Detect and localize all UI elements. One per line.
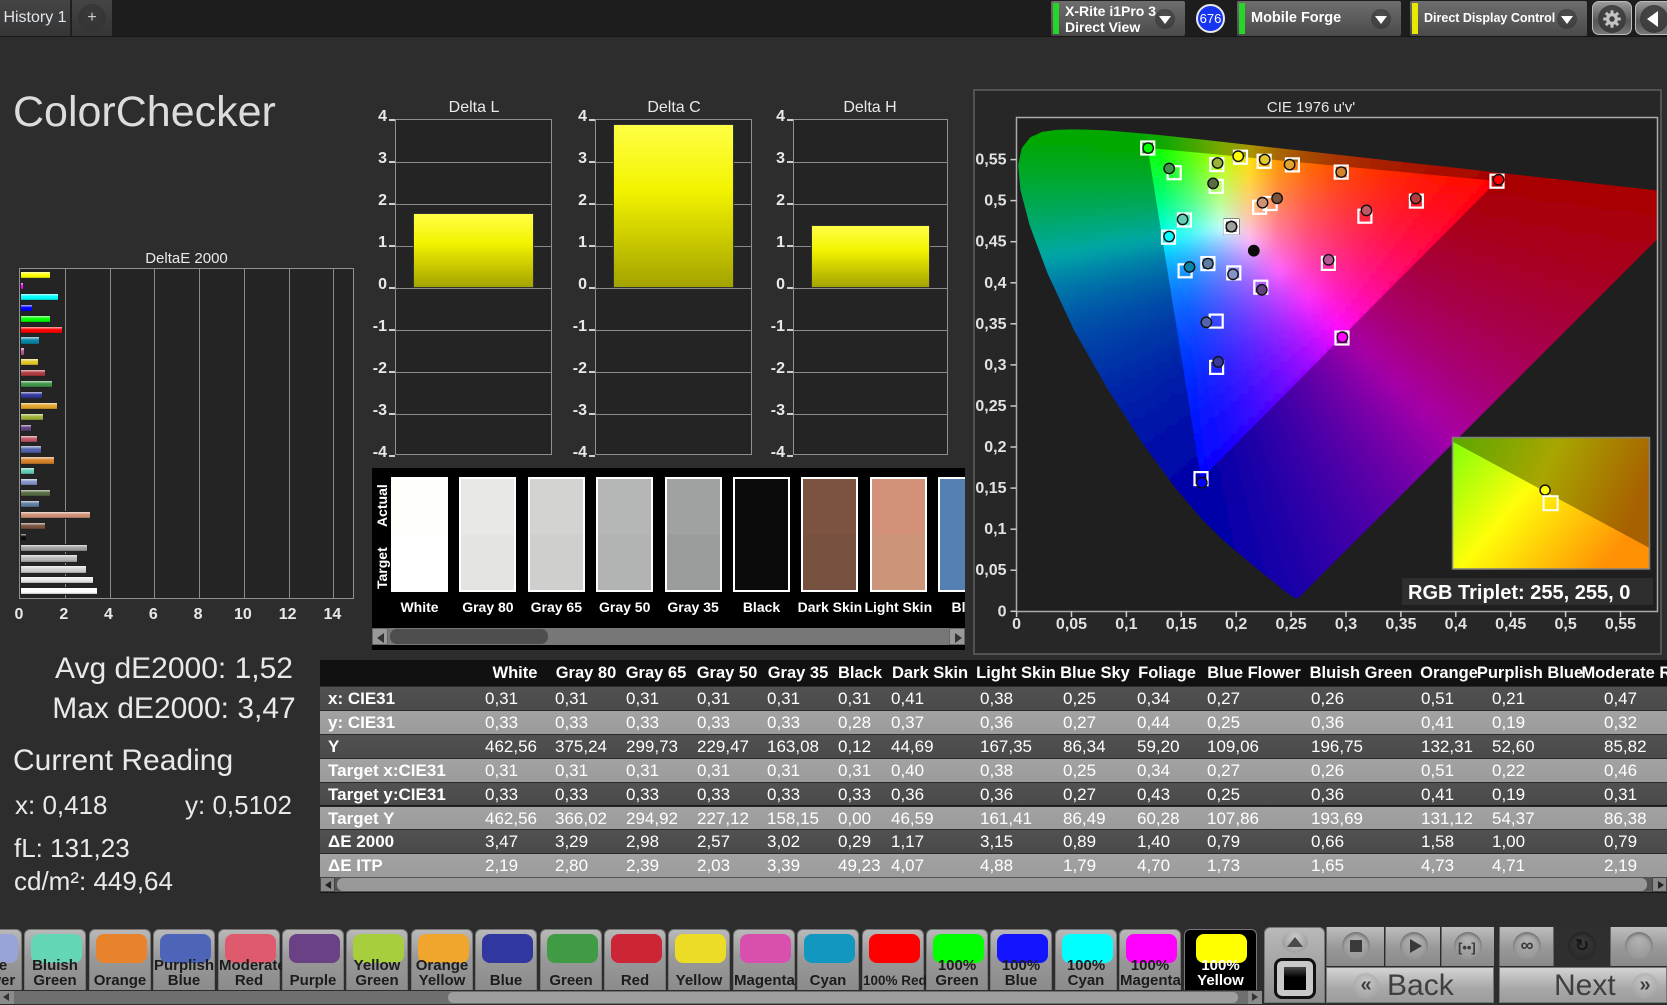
svg-text:0,55: 0,55 bbox=[975, 152, 1006, 169]
svg-text:0,3: 0,3 bbox=[1335, 616, 1357, 633]
svg-text:0,3: 0,3 bbox=[984, 357, 1006, 374]
svg-text:0: 0 bbox=[1012, 616, 1021, 633]
svg-text:0,05: 0,05 bbox=[975, 562, 1006, 579]
svg-text:0,15: 0,15 bbox=[975, 480, 1006, 497]
svg-text:0,55: 0,55 bbox=[1605, 616, 1636, 633]
svg-text:0,5: 0,5 bbox=[1554, 616, 1576, 633]
svg-text:0,15: 0,15 bbox=[1166, 616, 1197, 633]
svg-text:0,25: 0,25 bbox=[1276, 616, 1307, 633]
svg-text:0,2: 0,2 bbox=[984, 439, 1006, 456]
svg-text:0,35: 0,35 bbox=[1385, 616, 1416, 633]
svg-text:CIE 1976 u'v': CIE 1976 u'v' bbox=[1267, 99, 1355, 116]
svg-text:0,25: 0,25 bbox=[975, 398, 1006, 415]
svg-text:0,1: 0,1 bbox=[984, 521, 1006, 538]
svg-text:0,45: 0,45 bbox=[975, 234, 1006, 251]
svg-text:0,1: 0,1 bbox=[1115, 616, 1137, 633]
svg-text:0,05: 0,05 bbox=[1056, 616, 1087, 633]
svg-text:0,4: 0,4 bbox=[1445, 616, 1467, 633]
svg-text:0,2: 0,2 bbox=[1225, 616, 1247, 633]
svg-text:0,5: 0,5 bbox=[984, 193, 1006, 210]
svg-text:0,45: 0,45 bbox=[1495, 616, 1526, 633]
svg-text:0,4: 0,4 bbox=[984, 275, 1006, 292]
svg-text:0: 0 bbox=[998, 603, 1007, 620]
svg-text:0,35: 0,35 bbox=[975, 316, 1006, 333]
svg-text:RGB Triplet: 255, 255, 0: RGB Triplet: 255, 255, 0 bbox=[1408, 582, 1630, 604]
